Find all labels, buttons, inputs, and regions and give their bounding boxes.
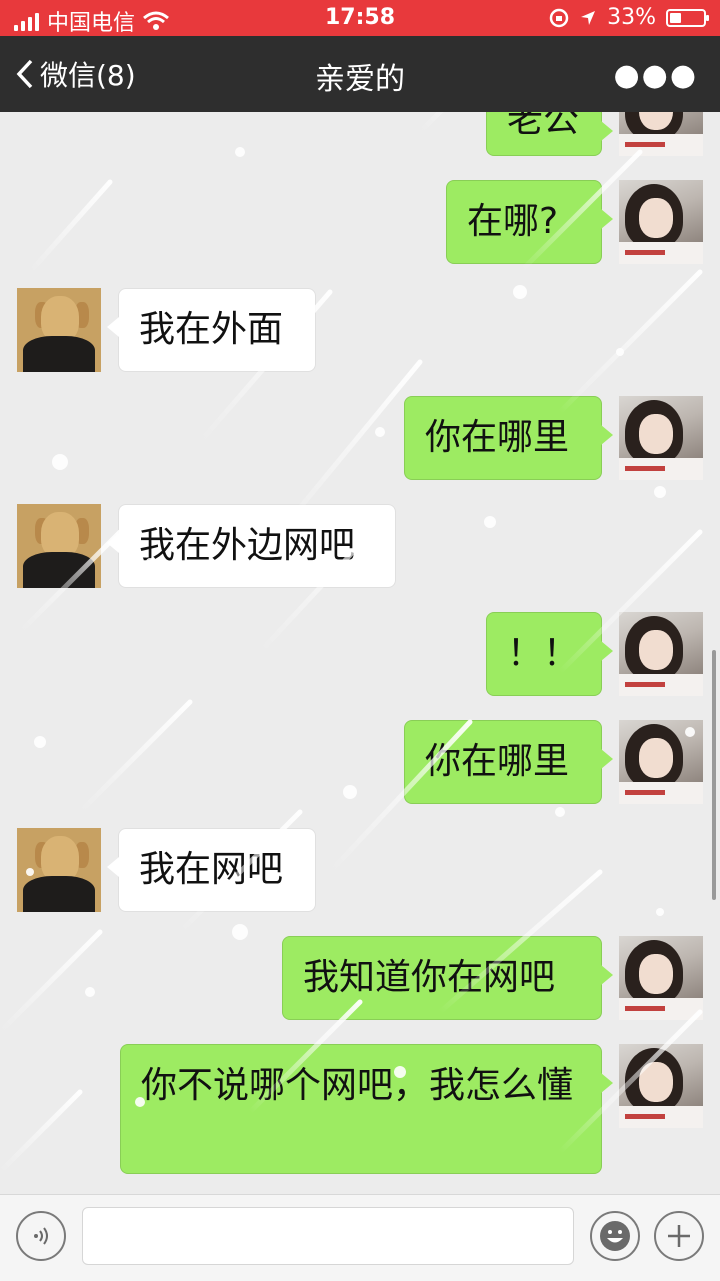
more-options-icon[interactable]: ●●● — [613, 58, 698, 93]
message-text: 你不说哪个网吧，我怎么懂 — [141, 1065, 574, 1106]
message-bubble[interactable]: 我在网吧 — [107, 828, 316, 912]
avatar[interactable] — [17, 504, 101, 588]
chat-title: 亲爱的 — [315, 62, 405, 97]
avatar[interactable] — [619, 1044, 703, 1128]
message-bubble[interactable]: 我知道你在网吧 — [282, 936, 613, 1020]
avatar[interactable] — [619, 720, 703, 804]
message-input[interactable] — [82, 1207, 574, 1265]
avatar[interactable] — [619, 396, 703, 480]
voice-icon[interactable] — [16, 1211, 66, 1261]
message-text: 你在哪里 — [425, 417, 570, 458]
message-bubble[interactable]: 在哪? — [446, 180, 613, 264]
message-text: 我在外边网吧 — [139, 525, 356, 566]
message-bubble[interactable]: 你在哪里 — [404, 720, 613, 804]
message-bubble[interactable]: 老公 — [486, 112, 613, 156]
message-text: 我知道你在网吧 — [303, 957, 556, 998]
message-bubble[interactable]: 你不说哪个网吧，我怎么懂 — [120, 1044, 613, 1174]
message-bubble[interactable]: 你在哪里 — [404, 396, 613, 480]
message-text: 我在外面 — [139, 309, 284, 350]
input-bar — [0, 1194, 720, 1281]
avatar[interactable] — [619, 936, 703, 1020]
battery-icon — [666, 8, 709, 27]
message-text: 你在哪里 — [425, 741, 570, 782]
avatar[interactable] — [619, 612, 703, 696]
message-bubble[interactable]: 我在外边网吧 — [107, 504, 396, 588]
message-bubble[interactable]: 我在外面 — [107, 288, 316, 372]
avatar[interactable] — [619, 112, 703, 156]
scrollbar[interactable] — [712, 650, 716, 900]
message-text: 老公 — [507, 112, 580, 140]
status-right: 33% — [549, 5, 709, 30]
plus-icon[interactable] — [654, 1211, 704, 1261]
location-icon — [581, 10, 596, 25]
message-text: ！！ — [507, 633, 580, 674]
status-bar: 中国电信 17:58 33% — [0, 0, 720, 36]
message-text: 我在网吧 — [139, 849, 284, 890]
battery-percent: 33% — [607, 5, 656, 30]
message-bubble[interactable]: ！！ — [486, 612, 613, 696]
avatar[interactable] — [17, 828, 101, 912]
avatar[interactable] — [619, 180, 703, 264]
emoji-icon[interactable] — [590, 1211, 640, 1261]
nav-bar: 微信(8) 亲爱的 ●●● — [0, 36, 720, 112]
message-text: 在哪? — [467, 201, 559, 242]
avatar[interactable] — [17, 288, 101, 372]
orientation-lock-icon — [549, 8, 569, 27]
chat-area[interactable]: 老公 在哪? 我在外面 你在哪里 我在外边网吧 ！！ 你在哪里 我在网吧 我知道… — [0, 112, 720, 1194]
